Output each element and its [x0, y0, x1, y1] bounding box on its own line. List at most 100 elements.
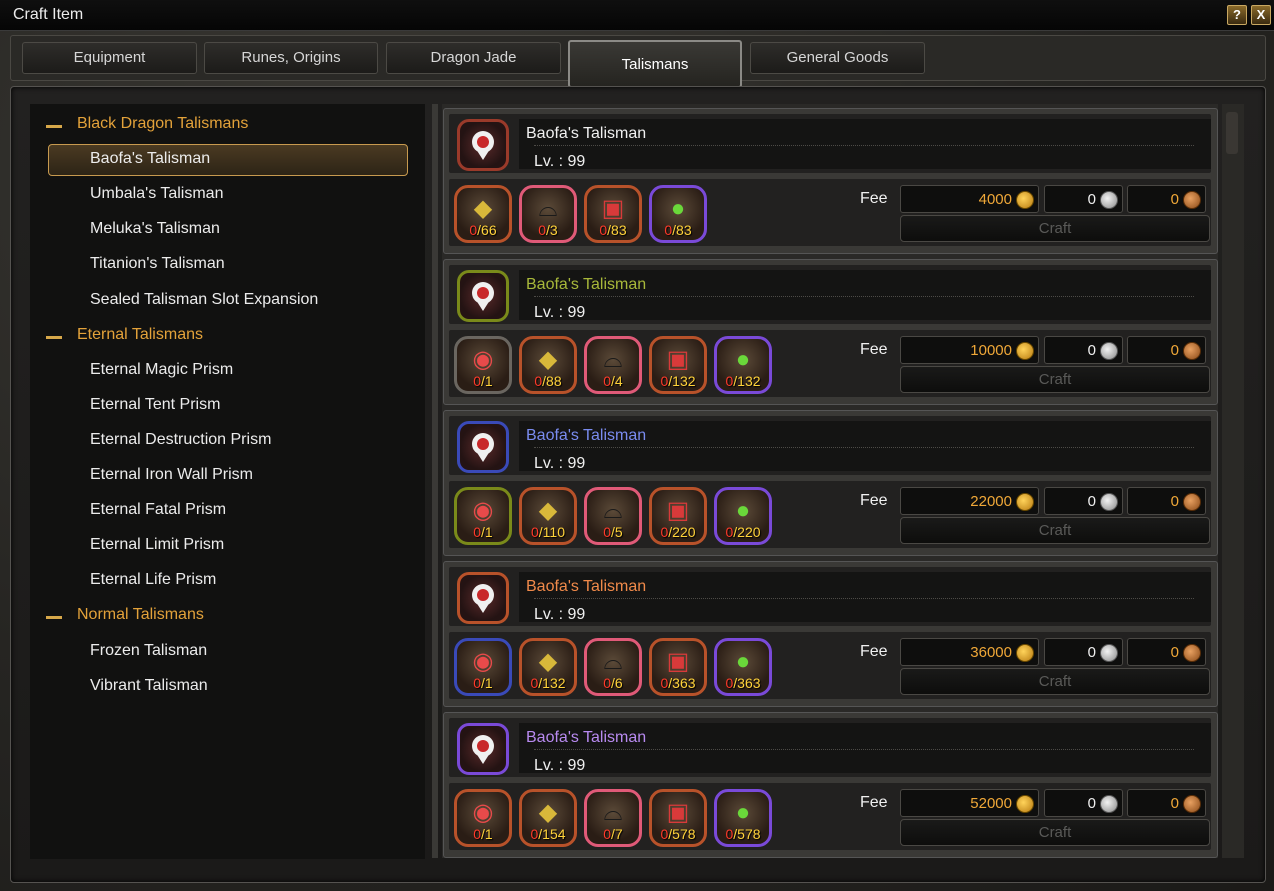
gold-fee-value: 52000	[970, 795, 1012, 812]
tree-item[interactable]: Eternal Life Prism	[90, 571, 216, 589]
scrollbar-thumb[interactable]	[1226, 112, 1238, 154]
material-slot[interactable]: ▣ 0/220	[649, 487, 707, 545]
talisman-icon[interactable]	[457, 119, 509, 171]
silver-coin-icon	[1100, 342, 1118, 360]
tree-item[interactable]: Eternal Limit Prism	[90, 536, 224, 554]
talisman-icon[interactable]	[457, 270, 509, 322]
tree-item[interactable]: Eternal Fatal Prism	[90, 501, 226, 519]
potion-icon: ●	[670, 195, 686, 222]
material-slot[interactable]: ◉ 0/1	[454, 487, 512, 545]
fee-label: Fee	[860, 341, 888, 358]
collapse-icon[interactable]	[46, 335, 62, 339]
tree-item[interactable]: Eternal Tent Prism	[90, 396, 220, 414]
material-slot[interactable]: ◆ 0/66	[454, 185, 512, 243]
fee-label: Fee	[860, 794, 888, 811]
material-slot[interactable]: ● 0/132	[714, 336, 772, 394]
tree-category[interactable]: Black Dragon Talismans	[77, 115, 248, 133]
tree-item[interactable]: Vibrant Talisman	[90, 677, 208, 695]
collapse-icon[interactable]	[46, 125, 62, 128]
fee-label: Fee	[860, 643, 888, 660]
title-bar[interactable]: Craft Item ? X	[0, 0, 1274, 31]
tree-item[interactable]: Eternal Magic Prism	[90, 361, 233, 379]
copper-fee-box: 0	[1127, 185, 1206, 213]
talisman-icon[interactable]	[457, 421, 509, 473]
shard-icon: ◆	[538, 346, 558, 373]
cube-icon: ▣	[666, 346, 690, 373]
talisman-icon[interactable]	[457, 723, 509, 775]
material-slot[interactable]: ⌓ 0/5	[584, 487, 642, 545]
material-slot[interactable]: ● 0/83	[649, 185, 707, 243]
tab-talismans[interactable]: Talismans	[568, 40, 742, 88]
material-count: 0/88	[534, 373, 562, 389]
craft-button[interactable]: Craft	[900, 517, 1210, 544]
material-count: 0/220	[660, 524, 696, 540]
material-slot[interactable]: ▣ 0/132	[649, 336, 707, 394]
window-title: Craft Item	[13, 6, 84, 23]
potion-icon: ●	[735, 346, 751, 373]
hat-icon: ⌓	[538, 195, 558, 222]
help-button[interactable]: ?	[1227, 5, 1247, 25]
craft-button[interactable]: Craft	[900, 215, 1210, 242]
gold-coin-icon	[1016, 644, 1034, 662]
tree-category[interactable]: Normal Talismans	[77, 606, 204, 624]
material-slot[interactable]: ◉ 0/1	[454, 638, 512, 696]
copper-coin-icon	[1183, 191, 1201, 209]
tree-item[interactable]: Frozen Talisman	[90, 642, 207, 660]
craft-button[interactable]: Craft	[900, 819, 1210, 846]
recipe-name-box: Baofa's Talisman Lv. : 99	[519, 572, 1211, 623]
copper-fee-value: 0	[1170, 795, 1179, 812]
craft-button[interactable]: Craft	[900, 668, 1210, 695]
material-slot[interactable]: ● 0/220	[714, 487, 772, 545]
recipe-scrollbar[interactable]	[1222, 104, 1244, 858]
copper-fee-box: 0	[1127, 336, 1206, 364]
material-slot[interactable]: ⌓ 0/7	[584, 789, 642, 847]
tab-equipment[interactable]: Equipment	[22, 42, 197, 74]
material-slot[interactable]: ▣ 0/363	[649, 638, 707, 696]
tree-item[interactable]: Eternal Iron Wall Prism	[90, 466, 253, 484]
material-slot[interactable]: ◉ 0/1	[454, 336, 512, 394]
gold-fee-value: 4000	[978, 191, 1012, 208]
material-slot[interactable]: ▣ 0/578	[649, 789, 707, 847]
material-slot[interactable]: ◆ 0/110	[519, 487, 577, 545]
material-slot[interactable]: ⌓ 0/3	[519, 185, 577, 243]
gold-coin-icon	[1016, 493, 1034, 511]
talisman-icon: ◉	[472, 799, 494, 826]
copper-coin-icon	[1183, 493, 1201, 511]
craft-button[interactable]: Craft	[900, 366, 1210, 393]
material-slot[interactable]: ◆ 0/154	[519, 789, 577, 847]
material-slot[interactable]: ● 0/363	[714, 638, 772, 696]
material-slot[interactable]: ◆ 0/132	[519, 638, 577, 696]
silver-fee-box: 0	[1044, 487, 1123, 515]
tree-item[interactable]: Titanion's Talisman	[90, 255, 225, 273]
talisman-icon[interactable]	[457, 572, 509, 624]
tree-item[interactable]: Meluka's Talisman	[90, 220, 220, 238]
silver-fee-box: 0	[1044, 789, 1123, 817]
tree-item[interactable]: Umbala's Talisman	[90, 185, 223, 203]
material-slot[interactable]: ▣ 0/83	[584, 185, 642, 243]
recipe-header: Baofa's Talisman Lv. : 99	[449, 416, 1211, 475]
tree-item[interactable]: Sealed Talisman Slot Expansion	[90, 291, 318, 309]
material-slot[interactable]: ⌓ 0/6	[584, 638, 642, 696]
material-slot[interactable]: ◆ 0/88	[519, 336, 577, 394]
gold-coin-icon	[1016, 191, 1034, 209]
dotted-divider	[534, 447, 1194, 448]
tree-item[interactable]: Eternal Destruction Prism	[90, 431, 271, 449]
copper-coin-icon	[1183, 644, 1201, 662]
recipe-materials: ◉ 0/1 ◆ 0/110 ⌓ 0/5 ▣ 0/220 ● 0/220 Fee 22000 0 0 Craf…	[449, 481, 1211, 548]
material-count: 0/66	[469, 222, 497, 238]
recipe-name: Baofa's Talisman	[526, 125, 647, 142]
material-slot[interactable]: ◉ 0/1	[454, 789, 512, 847]
tree-category[interactable]: Eternal Talismans	[77, 326, 203, 344]
panel-divider	[432, 104, 438, 858]
tab-dragon-jade[interactable]: Dragon Jade	[386, 42, 561, 74]
tab-general-goods[interactable]: General Goods	[750, 42, 925, 74]
craft-item-window: Craft Item ? X Equipment Runes, Origins …	[0, 0, 1274, 891]
material-slot[interactable]: ⌓ 0/4	[584, 336, 642, 394]
collapse-icon[interactable]	[46, 616, 62, 620]
tab-runes-origins[interactable]: Runes, Origins	[204, 42, 378, 74]
gold-fee-value: 36000	[970, 644, 1012, 661]
close-button[interactable]: X	[1251, 5, 1271, 25]
hat-icon: ⌓	[603, 799, 623, 826]
tree-item[interactable]: Baofa's Talisman	[90, 150, 210, 168]
material-slot[interactable]: ● 0/578	[714, 789, 772, 847]
